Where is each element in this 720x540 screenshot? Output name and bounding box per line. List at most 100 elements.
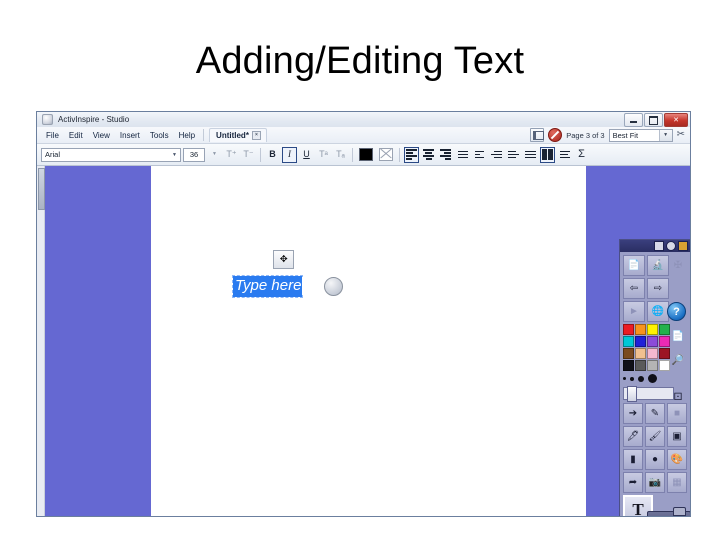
color-swatch[interactable] bbox=[623, 324, 634, 335]
bullet-list-button[interactable] bbox=[523, 147, 538, 163]
color-swatch[interactable] bbox=[647, 360, 658, 371]
text-caret bbox=[302, 277, 304, 293]
no-fill-swatch[interactable] bbox=[377, 147, 395, 163]
pen-size-option[interactable] bbox=[623, 377, 626, 380]
paragraph-spacing-button[interactable] bbox=[472, 147, 487, 163]
reveal-icon[interactable]: ✠ bbox=[667, 255, 689, 276]
menu-item-view[interactable]: View bbox=[88, 130, 115, 141]
line-spacing-button[interactable] bbox=[455, 147, 470, 163]
maximize-button[interactable] bbox=[644, 113, 663, 127]
no-entry-icon[interactable] bbox=[548, 128, 563, 142]
spotlight-icon[interactable]: 🔎 bbox=[667, 350, 689, 371]
align-center-button[interactable] bbox=[421, 147, 436, 163]
pen-tool-icon[interactable]: ✎ bbox=[645, 403, 665, 424]
notes-icon[interactable] bbox=[530, 128, 545, 142]
canvas-area[interactable]: ✥ Type here 📄 🔬 ⇦ ⇨ ► 🌐 ➔ ✎ ■ 🖋 🖌 ▣ ▮ ● … bbox=[37, 166, 690, 516]
menu-separator bbox=[203, 129, 205, 141]
pages-icon[interactable]: 📄 bbox=[667, 326, 689, 347]
undo-icon[interactable]: ⇦ bbox=[623, 278, 645, 299]
align-center-icon bbox=[423, 147, 434, 163]
align-left-button[interactable] bbox=[404, 146, 419, 163]
layer-tool-icon[interactable]: ▦ bbox=[667, 472, 687, 493]
camera-tool-icon[interactable]: 📷 bbox=[645, 472, 665, 493]
palette-options-icon[interactable] bbox=[666, 241, 676, 251]
indent-decrease-button[interactable] bbox=[506, 147, 521, 163]
color-swatch[interactable] bbox=[623, 360, 634, 371]
color-swatch[interactable] bbox=[635, 348, 646, 359]
pen-size-option[interactable] bbox=[638, 375, 644, 382]
color-swatch[interactable] bbox=[647, 324, 658, 335]
minimize-button[interactable] bbox=[624, 113, 643, 127]
menu-item-help[interactable]: Help bbox=[174, 130, 200, 141]
chevron-down-icon[interactable]: ▼ bbox=[658, 129, 672, 141]
color-swatch[interactable] bbox=[623, 336, 634, 347]
chevron-down-icon[interactable]: ▼ bbox=[207, 147, 222, 163]
menubar-right-group: Page 3 of 3 Best Fit ▼ ✂ bbox=[530, 128, 690, 142]
palette-row-tools-2: 🖋 🖌 ▣ bbox=[623, 426, 687, 447]
vertical-scrollbar[interactable] bbox=[37, 166, 45, 516]
dice-icon[interactable]: ⚀ bbox=[667, 387, 689, 408]
chevron-down-icon[interactable]: ▼ bbox=[172, 152, 180, 158]
scissors-icon[interactable]: ✂ bbox=[677, 130, 685, 140]
palette-row-tools-3: ▮ ● 🎨 bbox=[623, 449, 687, 470]
fill-bucket-tool-icon[interactable]: ● bbox=[645, 449, 665, 470]
rotate-handle[interactable] bbox=[324, 277, 343, 296]
scrollbar-thumb[interactable] bbox=[38, 168, 45, 210]
color-swatch[interactable] bbox=[623, 348, 634, 359]
font-family-select[interactable]: Arial ▼ bbox=[41, 147, 181, 162]
color-swatch[interactable] bbox=[635, 360, 646, 371]
text-object-value[interactable]: Type here bbox=[231, 275, 304, 298]
highlighter-tool-icon[interactable]: 🖌 bbox=[645, 426, 665, 447]
slider-knob[interactable] bbox=[627, 386, 637, 402]
browser-icon[interactable]: 🌐 bbox=[647, 301, 669, 322]
pen-size-option[interactable] bbox=[630, 376, 634, 381]
trash-bin-icon[interactable] bbox=[647, 507, 690, 516]
zoom-select[interactable]: Best Fit ▼ bbox=[608, 128, 673, 142]
connector-tool-icon[interactable]: ➦ bbox=[623, 472, 643, 493]
indent-decrease-icon bbox=[508, 147, 519, 163]
color-swatch[interactable] bbox=[647, 348, 658, 359]
fill-color-swatch[interactable] bbox=[357, 147, 375, 163]
shape-tool-icon[interactable]: ▣ bbox=[667, 426, 687, 447]
document-tab[interactable]: Untitled* × bbox=[209, 128, 267, 142]
menu-item-file[interactable]: File bbox=[41, 130, 64, 141]
help-icon[interactable]: ? bbox=[667, 302, 686, 321]
symbol-button[interactable]: Σ bbox=[574, 147, 589, 163]
redo-icon[interactable]: ⇨ bbox=[647, 278, 669, 299]
palette-body: 📄 🔬 ⇦ ⇨ ► 🌐 ➔ ✎ ■ 🖋 🖌 ▣ ▮ ● 🎨 ➦ 📷 ▦ T ✠ … bbox=[620, 252, 690, 516]
italic-button[interactable]: I bbox=[282, 146, 297, 163]
indent-increase-button[interactable] bbox=[489, 147, 504, 163]
shrink-font-button[interactable]: T⁻ bbox=[241, 147, 256, 163]
marker-tool-icon[interactable]: 🖋 bbox=[623, 426, 643, 447]
color-swatch[interactable] bbox=[635, 324, 646, 335]
zoom-select-value: Best Fit bbox=[612, 130, 639, 140]
font-size-input[interactable]: 36 bbox=[183, 147, 205, 162]
menu-item-insert[interactable]: Insert bbox=[115, 130, 145, 141]
numbered-list-button[interactable] bbox=[557, 147, 572, 163]
flipchart-page[interactable] bbox=[151, 166, 586, 516]
grow-font-button[interactable]: T⁺ bbox=[224, 147, 239, 163]
menu-item-edit[interactable]: Edit bbox=[64, 130, 88, 141]
color-swatch[interactable] bbox=[647, 336, 658, 347]
underline-button[interactable]: U bbox=[299, 147, 314, 163]
palette-profile-icon[interactable] bbox=[678, 241, 688, 251]
pen-size-option[interactable] bbox=[648, 374, 657, 383]
subscript-button[interactable]: Tₐ bbox=[333, 147, 348, 163]
select-tool-icon[interactable]: ➔ bbox=[623, 403, 643, 424]
page-notes-icon[interactable]: 📄 bbox=[623, 255, 645, 276]
menu-item-tools[interactable]: Tools bbox=[145, 130, 174, 141]
columns-button[interactable] bbox=[540, 146, 555, 163]
close-button[interactable]: ✕ bbox=[664, 113, 688, 127]
move-handle-icon[interactable]: ✥ bbox=[273, 250, 294, 269]
align-right-button[interactable] bbox=[438, 147, 453, 163]
close-icon[interactable]: × bbox=[251, 131, 261, 140]
bold-button[interactable]: B bbox=[265, 147, 280, 163]
paint-tool-icon[interactable]: 🎨 bbox=[667, 449, 687, 470]
eraser-tool-icon[interactable]: ▮ bbox=[623, 449, 643, 470]
clean-page-icon[interactable]: 🔬 bbox=[647, 255, 669, 276]
color-swatch[interactable] bbox=[635, 336, 646, 347]
superscript-button[interactable]: Tᵃ bbox=[316, 147, 331, 163]
play-icon[interactable]: ► bbox=[623, 301, 645, 322]
text-object[interactable]: ✥ Type here bbox=[231, 250, 343, 298]
palette-dock-icon[interactable] bbox=[654, 241, 664, 251]
